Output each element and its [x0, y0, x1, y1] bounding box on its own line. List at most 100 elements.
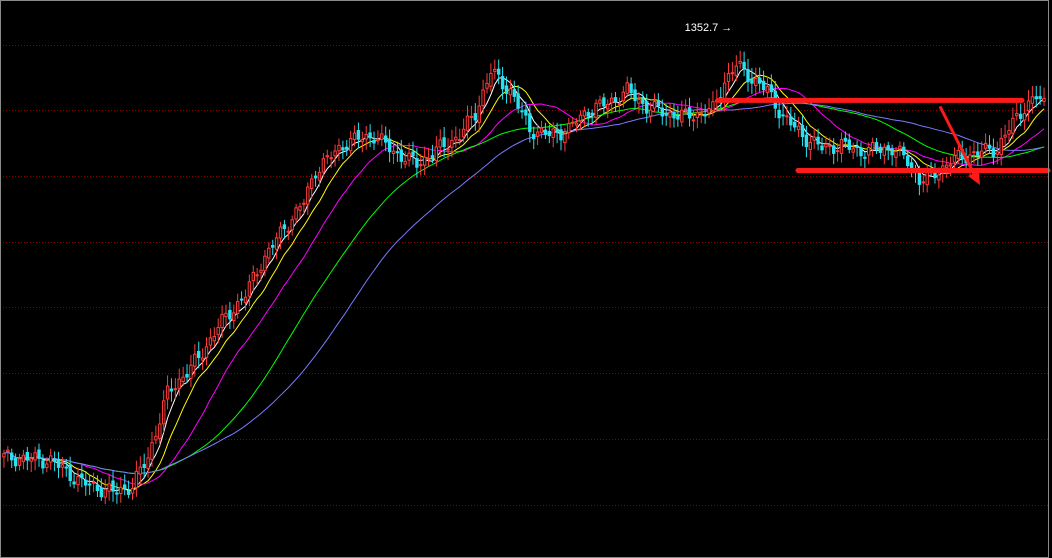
candle-body — [142, 464, 146, 468]
candle — [999, 128, 1003, 166]
candle-body — [602, 97, 606, 107]
candle — [730, 61, 735, 81]
candle-body — [668, 111, 672, 118]
candle — [251, 265, 256, 292]
candle-body — [1007, 130, 1011, 135]
candle — [294, 203, 298, 224]
candle-body — [617, 102, 622, 105]
candle-body — [423, 156, 427, 166]
candle — [808, 133, 812, 160]
candle — [56, 451, 61, 479]
candle-body — [980, 150, 984, 158]
candle-body — [150, 442, 154, 460]
candle-body — [972, 151, 976, 154]
candle-body — [298, 206, 302, 211]
candle-body — [286, 230, 291, 233]
candle-body — [99, 487, 103, 498]
candle — [17, 453, 22, 471]
candle-body — [313, 175, 318, 179]
candle — [368, 124, 372, 147]
candle — [598, 95, 602, 108]
candle — [208, 328, 213, 351]
candle — [1003, 124, 1007, 148]
candle — [239, 291, 244, 306]
candle-body — [450, 140, 454, 148]
candle-body — [41, 460, 45, 469]
candle-body — [255, 274, 259, 277]
candle-body — [165, 385, 170, 400]
candle-body — [952, 155, 957, 163]
candle — [442, 126, 446, 157]
candle-body — [415, 158, 419, 168]
candle-body — [162, 400, 166, 425]
candle-body — [890, 148, 894, 156]
candle-body — [637, 98, 641, 104]
candle — [29, 452, 33, 473]
candle-body — [812, 136, 816, 141]
candle-body — [730, 72, 735, 75]
candle-body — [547, 131, 551, 137]
candle — [606, 99, 610, 119]
candle-body — [458, 139, 462, 141]
candle-body — [882, 146, 886, 156]
candle-body — [130, 488, 135, 494]
candle — [10, 448, 14, 469]
candle-body — [508, 88, 513, 96]
candle — [6, 446, 10, 462]
candle-body — [695, 112, 699, 119]
candle — [497, 59, 501, 85]
candle-body — [976, 151, 980, 156]
candle-body — [781, 114, 785, 117]
candle — [13, 453, 18, 472]
candle-body — [625, 82, 629, 94]
candle-body — [633, 89, 637, 102]
candle — [130, 477, 135, 500]
candle-body — [306, 186, 310, 205]
candle-body — [867, 147, 871, 156]
candle — [372, 131, 376, 150]
candle — [115, 482, 119, 504]
candle-body — [380, 133, 384, 140]
candle — [921, 175, 925, 193]
candle — [489, 63, 493, 92]
candle-body — [29, 458, 33, 462]
candle-body — [477, 105, 481, 123]
candle — [103, 479, 107, 505]
candle-body — [364, 133, 368, 140]
candle-body — [337, 144, 341, 152]
candle-body — [555, 128, 559, 133]
candle-body — [485, 82, 489, 89]
candle-body — [267, 247, 271, 259]
candle-body — [870, 142, 875, 151]
candle — [364, 125, 368, 150]
candle-body — [843, 137, 848, 142]
candle-body — [528, 113, 532, 133]
candle-body — [282, 224, 287, 230]
candle-body — [469, 115, 474, 118]
candle-body — [497, 68, 501, 75]
candle-body — [348, 138, 353, 152]
candle-body — [216, 327, 220, 335]
chart-border — [0, 0, 1049, 558]
candle — [629, 77, 633, 100]
candle-body — [945, 164, 949, 168]
candle-body — [446, 148, 450, 151]
candle-body — [473, 113, 478, 121]
candle — [1022, 102, 1027, 130]
candle-body — [232, 312, 236, 322]
candle-body — [863, 156, 867, 159]
candle-body — [894, 151, 898, 158]
candle — [337, 138, 341, 162]
candle-body — [1015, 113, 1019, 117]
candle — [111, 470, 115, 502]
candle-body — [290, 219, 294, 231]
candle-body — [500, 76, 505, 90]
candle-body — [613, 97, 618, 102]
candle-body — [173, 388, 178, 391]
candle-body — [236, 301, 240, 315]
candle — [49, 448, 53, 470]
candle — [80, 464, 84, 488]
candle — [313, 170, 318, 187]
candle — [317, 166, 322, 187]
candle — [91, 472, 96, 493]
